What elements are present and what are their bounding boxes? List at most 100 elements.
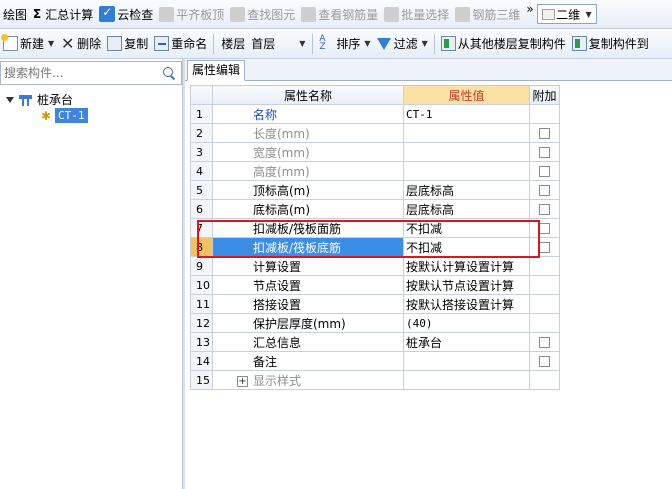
sort-label: 排序 xyxy=(336,37,361,51)
property-name: 备注 xyxy=(212,351,404,371)
extra-checkbox[interactable] xyxy=(539,128,550,139)
component-search xyxy=(0,61,182,85)
property-row[interactable]: 7 扣减板/筏板面筋 不扣减 xyxy=(190,218,560,238)
search-icon[interactable] xyxy=(163,67,175,79)
property-row[interactable]: 4 高度(mm) xyxy=(190,161,560,181)
row-number: 4 xyxy=(190,161,213,181)
row-number: 11 xyxy=(190,294,213,314)
extra-checkbox[interactable] xyxy=(539,147,550,158)
extra-cell xyxy=(529,313,560,333)
find-element-button[interactable]: 查找图元 xyxy=(227,2,298,26)
property-row[interactable]: 2 长度(mm) xyxy=(190,123,560,143)
rebar-3d-label: 钢筋三维 xyxy=(472,7,521,22)
new-button[interactable]: 新建 ▼ xyxy=(0,32,57,56)
extra-checkbox[interactable] xyxy=(539,356,550,367)
extra-checkbox[interactable] xyxy=(539,166,550,177)
copy-icon xyxy=(107,36,123,51)
tree-node-pile-cap[interactable]: 桩承台 xyxy=(6,91,73,108)
property-value[interactable]: 按默认搭接设置计算 xyxy=(403,294,530,314)
property-row[interactable]: 11 搭接设置 按默认搭接设置计算 xyxy=(190,294,560,314)
property-value[interactable]: 不扣减 xyxy=(403,237,530,257)
view-box-icon xyxy=(541,8,555,20)
property-group-name: + 显示样式 xyxy=(212,370,404,390)
delete-icon: ✕ xyxy=(60,34,75,53)
extra-checkbox[interactable] xyxy=(539,223,550,234)
property-row[interactable]: 9 计算设置 按默认计算设置计算 xyxy=(190,256,560,276)
property-name: 高度(mm) xyxy=(212,161,404,181)
row-number: 7 xyxy=(190,218,213,238)
tree-node-ct-1[interactable]: ✱ CT-1 xyxy=(40,107,88,124)
draw-button[interactable]: 绘图 xyxy=(0,2,30,26)
property-row[interactable]: 13 汇总信息 桩承台 xyxy=(190,332,560,352)
copy-to-floor-icon xyxy=(571,36,587,51)
copy-from-floor-button[interactable]: 从其他楼层复制构件 xyxy=(438,32,569,56)
expand-triangle-icon[interactable] xyxy=(6,96,14,103)
summary-calc-button[interactable]: Σ 汇总计算 xyxy=(30,2,96,26)
extra-checkbox[interactable] xyxy=(539,337,550,348)
extra-checkbox[interactable] xyxy=(539,185,550,196)
extra-column-header[interactable]: 附加 xyxy=(529,85,560,105)
name-column-header[interactable]: 属性名称 xyxy=(212,85,404,105)
property-value[interactable]: 不扣减 xyxy=(403,218,530,238)
tree-node-label: 桩承台 xyxy=(37,93,74,107)
extra-checkbox[interactable] xyxy=(539,204,550,215)
property-row[interactable]: 10 节点设置 按默认节点设置计算 xyxy=(190,275,560,295)
extra-cell xyxy=(529,161,560,181)
row-number: 13 xyxy=(190,332,213,352)
property-value[interactable]: 按默认节点设置计算 xyxy=(403,275,530,295)
extra-cell xyxy=(529,104,560,124)
row-number: 9 xyxy=(190,256,213,276)
property-row[interactable]: 12 保护层厚度(mm) (40) xyxy=(190,313,560,333)
view-rebar-button[interactable]: 查看钢筋量 xyxy=(298,2,381,26)
property-value[interactable] xyxy=(403,351,530,371)
view-mode-select[interactable]: 二维 ▼ xyxy=(536,4,597,24)
expand-plus-icon[interactable]: + xyxy=(237,375,248,387)
extra-checkbox[interactable] xyxy=(539,242,550,253)
property-value[interactable]: 层底标高 xyxy=(403,199,530,219)
property-row[interactable]: 14 备注 xyxy=(190,351,560,371)
property-value[interactable]: 层底标高 xyxy=(403,180,530,200)
sort-button[interactable]: 排序 ▼ xyxy=(316,32,373,56)
property-row[interactable]: 5 顶标高(m) 层底标高 xyxy=(190,180,560,200)
search-input[interactable] xyxy=(1,63,151,83)
cloud-check-button[interactable]: 云检查 xyxy=(96,2,156,26)
tab-property-edit[interactable]: 属性编辑 xyxy=(187,60,246,81)
batch-select-button[interactable]: 批量选择 xyxy=(381,2,452,26)
property-value[interactable] xyxy=(403,142,530,162)
property-row[interactable]: 1 名称 CT-1 xyxy=(190,104,560,124)
property-value[interactable] xyxy=(403,123,530,143)
filter-button[interactable]: 过滤 ▼ xyxy=(374,32,431,56)
floor-value: 首层 xyxy=(251,37,276,51)
extra-cell xyxy=(529,294,560,314)
pile-cap-icon xyxy=(18,93,33,107)
property-name: 搭接设置 xyxy=(212,294,404,314)
flush-slab-label: 平齐板顶 xyxy=(176,7,225,22)
property-row-selected[interactable]: 8 扣减板/筏板底筋 不扣减 xyxy=(190,237,560,257)
chevron-down-icon: ▼ xyxy=(364,39,371,48)
panel-splitter[interactable] xyxy=(182,59,185,489)
delete-button[interactable]: ✕ 删除 xyxy=(57,32,104,56)
copy-to-floor-button[interactable]: 复制构件到 xyxy=(569,32,652,56)
row-number: 5 xyxy=(190,180,213,200)
property-row[interactable]: 3 宽度(mm) xyxy=(190,142,560,162)
rebar-3d-button[interactable]: 钢筋三维 xyxy=(452,2,523,26)
overflow-chevron-icon: » xyxy=(526,2,534,16)
value-column-header[interactable]: 属性值 xyxy=(403,85,530,105)
property-group-row[interactable]: 15 + 显示样式 xyxy=(190,370,560,390)
property-value[interactable]: CT-1 xyxy=(403,104,530,124)
toolbar-overflow-button[interactable]: » xyxy=(523,0,536,21)
property-value[interactable] xyxy=(403,161,530,181)
group-label: 显示样式 xyxy=(253,373,302,388)
flush-slab-top-button[interactable]: 平齐板顶 xyxy=(156,2,227,26)
property-row[interactable]: 6 底标高(m) 层底标高 xyxy=(190,199,560,219)
toolbar-divider xyxy=(312,33,314,54)
component-tree-panel: 桩承台 ✱ CT-1 xyxy=(0,59,182,489)
property-value[interactable]: 桩承台 xyxy=(403,332,530,352)
property-value[interactable]: 按默认计算设置计算 xyxy=(403,256,530,276)
rename-button[interactable]: 重命名 xyxy=(151,32,210,56)
property-value[interactable]: (40) xyxy=(403,313,530,333)
copy-button[interactable]: 复制 xyxy=(104,32,151,56)
floor-select[interactable]: 楼层 首层 ▼ xyxy=(217,34,309,54)
property-name: 汇总信息 xyxy=(212,332,404,352)
component-toolbar: 新建 ▼ ✕ 删除 复制 重命名 楼层 首层 ▼ 排序 ▼ 过滤 ▼ 从其他楼层… xyxy=(0,29,672,59)
